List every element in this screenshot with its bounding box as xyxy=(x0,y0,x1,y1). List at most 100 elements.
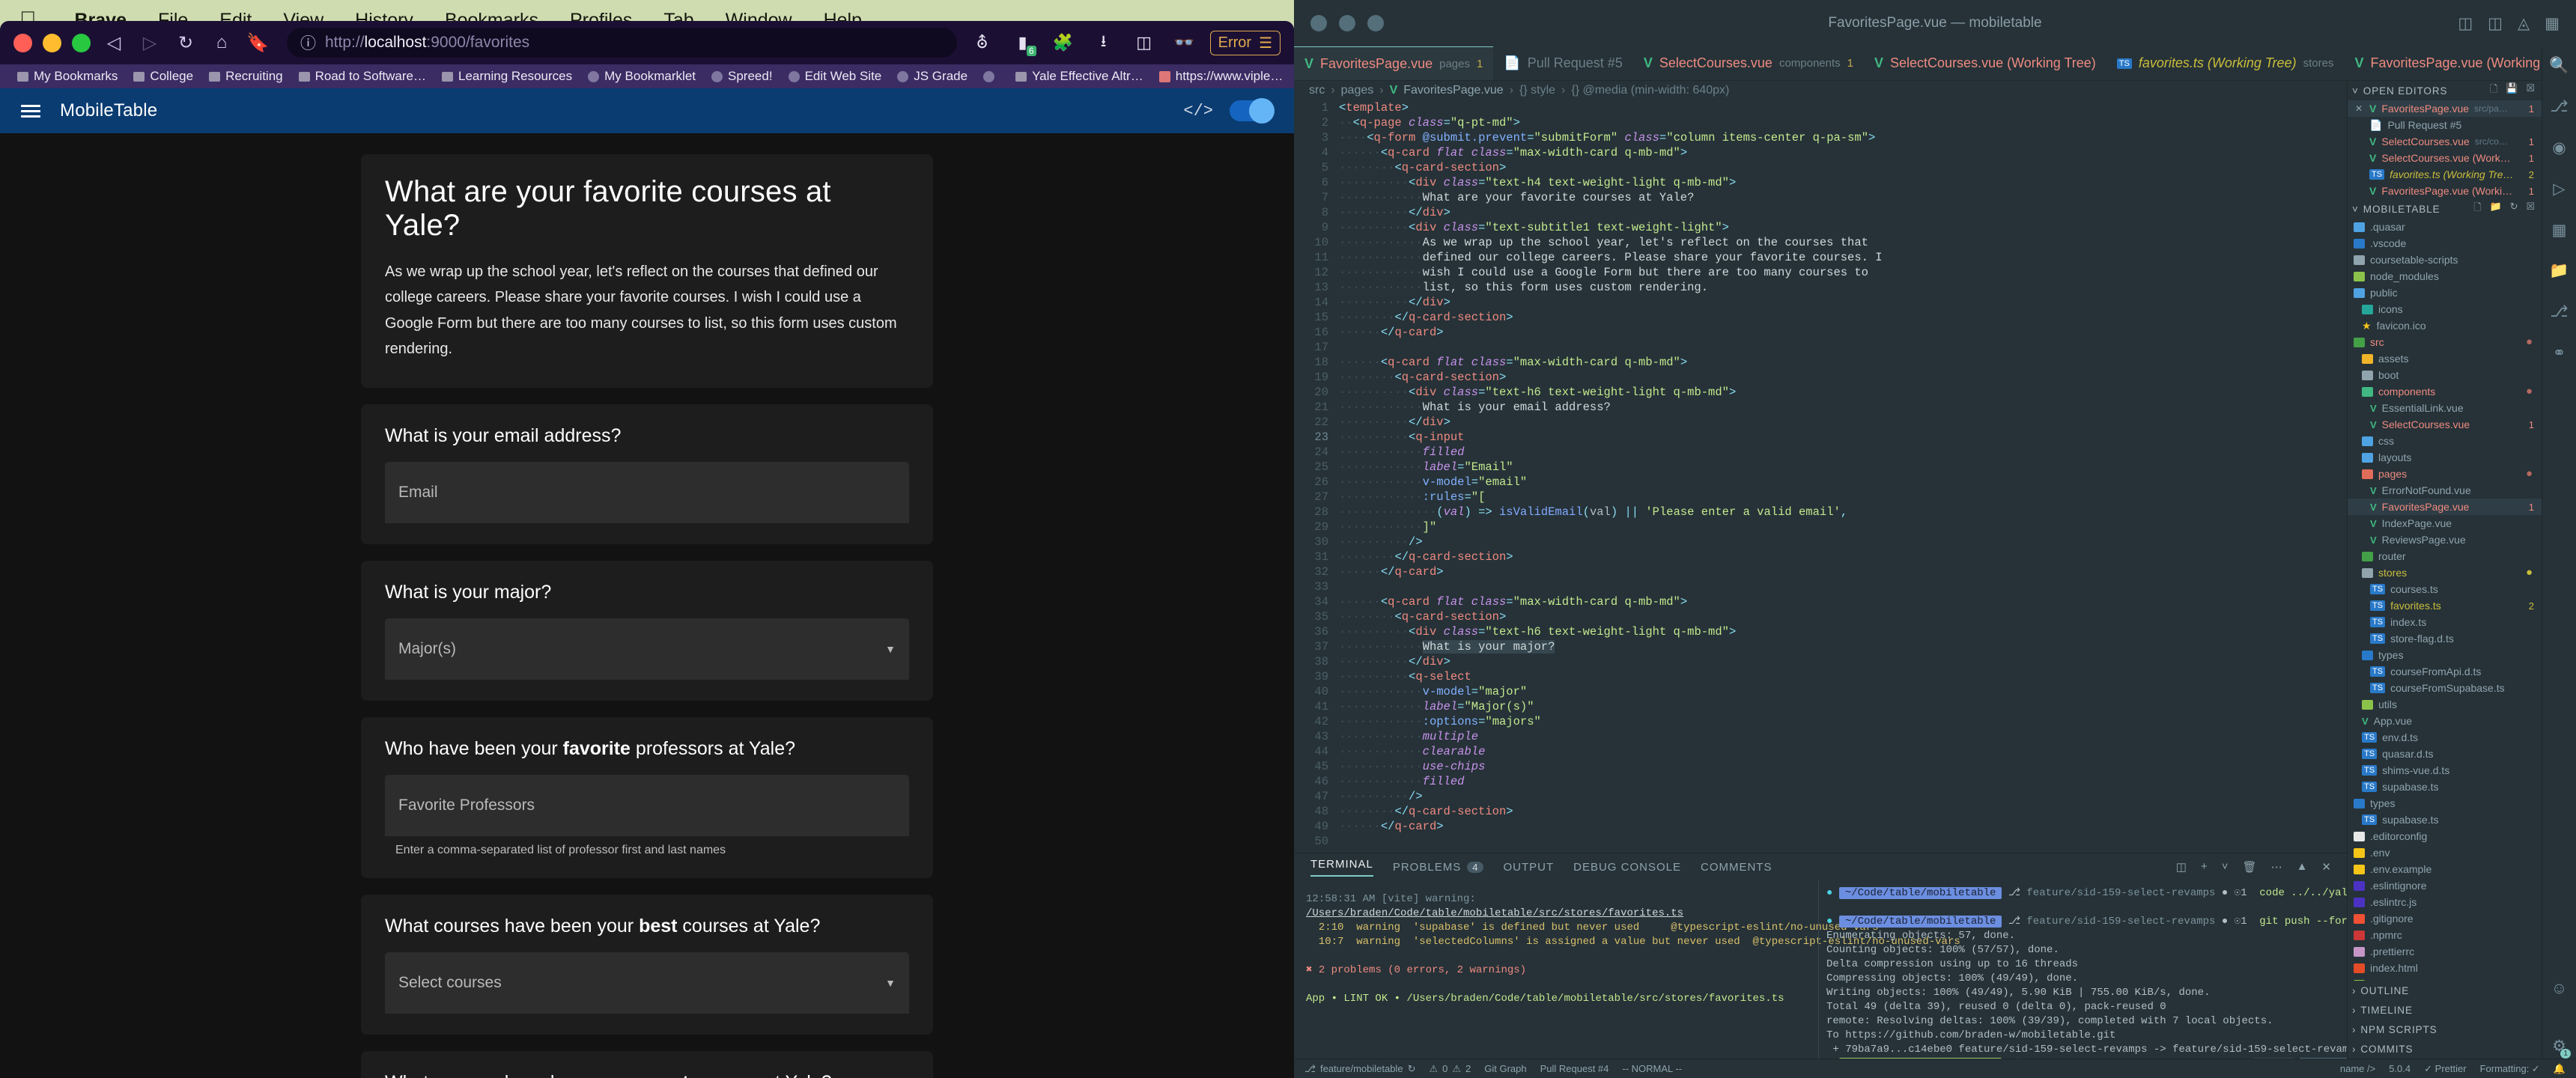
toggle-secondary-sidebar-icon[interactable]: ◬ xyxy=(2518,14,2530,33)
tree-file[interactable]: TS supabase.ts xyxy=(2348,779,2542,795)
tree-folder[interactable]: router xyxy=(2348,548,2542,564)
code-line[interactable]: 11 ············defined our college career… xyxy=(1294,250,2347,265)
breadcrumb-file[interactable]: FavoritesPage.vue xyxy=(1403,84,1503,97)
minimize-window-button[interactable] xyxy=(1339,15,1355,31)
tree-folder[interactable]: layouts xyxy=(2348,449,2542,466)
tree-file[interactable]: TS quasar.d.ts xyxy=(2348,746,2542,762)
tree-file[interactable]: .gitignore xyxy=(2348,910,2542,927)
settings-gear-icon[interactable]: ⚙ 1 xyxy=(2552,1037,2571,1059)
code-line[interactable]: 14 ··········</div> xyxy=(1294,295,2347,310)
bookmark-item[interactable]: Edit Web Site xyxy=(782,67,889,85)
tree-file[interactable]: V EssentialLink.vue xyxy=(2348,400,2542,416)
status-tailwind[interactable]: name /> xyxy=(2340,1063,2375,1074)
save-all-icon[interactable]: 💾 xyxy=(2506,82,2518,99)
info-icon[interactable]: ⓘ xyxy=(300,31,316,54)
bookmark-item[interactable]: My Bookmarklet xyxy=(581,67,702,85)
close-all-icon[interactable]: ☒ xyxy=(2526,82,2536,99)
tree-file[interactable]: index.html xyxy=(2348,960,2542,976)
tab-favorites-ts-working-tree[interactable]: TS favorites.ts (Working Tree) stores xyxy=(2106,46,2345,80)
close-window-button[interactable] xyxy=(1310,15,1327,31)
explorer-icon[interactable]: 📁 xyxy=(2549,262,2569,280)
reload-icon[interactable]: ↻ xyxy=(173,30,198,55)
code-line[interactable]: 38 ··········</div> xyxy=(1294,654,2347,669)
tab-pull-request-5[interactable]: 📄 Pull Request #5 xyxy=(1493,46,1633,80)
tree-folder[interactable]: node_modules xyxy=(2348,268,2542,284)
explorer-section-outline[interactable]: › OUTLINE xyxy=(2348,981,2542,1000)
code-line[interactable]: 39 ··········<q-select xyxy=(1294,669,2347,684)
hamburger-icon[interactable]: ☰ xyxy=(1259,34,1272,52)
refresh-icon[interactable]: ↻ xyxy=(2510,201,2519,217)
tree-file[interactable]: V IndexPage.vue xyxy=(2348,515,2542,532)
more-icon[interactable]: ⋯ xyxy=(2271,860,2283,874)
code-line[interactable]: 19 ········<q-card-section> xyxy=(1294,370,2347,385)
tree-file[interactable]: TS courses.ts xyxy=(2348,581,2542,597)
download-icon[interactable]: ⭳ xyxy=(1089,28,1119,58)
hamburger-icon[interactable] xyxy=(21,104,40,118)
tree-file[interactable]: V ReviewsPage.vue xyxy=(2348,532,2542,548)
search-icon[interactable]: 🔍 xyxy=(2549,57,2569,75)
tree-folder[interactable]: boot xyxy=(2348,367,2542,383)
code-line[interactable]: 5 ········<q-card-section> xyxy=(1294,160,2347,175)
new-folder-icon[interactable]: 📁 xyxy=(2490,201,2503,217)
code-line[interactable]: 3 ····<q-form @submit.prevent="submitForm… xyxy=(1294,130,2347,145)
tree-file[interactable]: V App.vue xyxy=(2348,713,2542,729)
open-editor-item[interactable]: 📄 Pull Request #5 xyxy=(2348,117,2542,133)
code-line[interactable]: 13 ············list, so this form uses cu… xyxy=(1294,280,2347,295)
tab-selectcourses-vue-working-tree[interactable]: V SelectCourses.vue (Working Tree) xyxy=(1864,46,2106,80)
tab-comments[interactable]: COMMENTS xyxy=(1701,861,1772,874)
bookmark-item[interactable]: Spreed! xyxy=(705,67,780,85)
code-line[interactable]: 8 ··········</div> xyxy=(1294,205,2347,220)
bell-icon[interactable]: 🔔 xyxy=(2554,1063,2566,1075)
code-line[interactable]: 2 ··<q-page class="q-pt-md"> xyxy=(1294,115,2347,130)
sidebar-icon[interactable]: ◫ xyxy=(1129,28,1159,58)
terminal-output[interactable]: 12:58:31 AM [vite] warning: /Users/brade… xyxy=(1294,880,2462,1071)
bookmark-icon[interactable]: 🔖 xyxy=(245,30,270,55)
status-version[interactable]: 5.0.4 xyxy=(2389,1063,2411,1074)
bookmark-item[interactable]: JS Grade xyxy=(890,67,974,85)
code-line[interactable]: 43 ············multiple xyxy=(1294,729,2347,744)
tree-file[interactable]: .env xyxy=(2348,844,2542,861)
chevron-down-icon[interactable]: ˅ xyxy=(2352,85,2359,97)
code-line[interactable]: 32 ······</q-card> xyxy=(1294,564,2347,579)
customize-layout-icon[interactable]: ▦ xyxy=(2545,14,2560,33)
code-line[interactable]: 33 xyxy=(1294,579,2347,594)
code-line[interactable]: 17 xyxy=(1294,340,2347,355)
major-select[interactable]: Major(s) ▼ xyxy=(385,618,909,680)
bookmark-item[interactable]: College xyxy=(127,67,200,85)
tree-folder[interactable]: public xyxy=(2348,284,2542,301)
tree-file[interactable]: .eslintrc.js xyxy=(2348,894,2542,910)
tab-problems[interactable]: PROBLEMS xyxy=(1393,861,1461,874)
tree-folder[interactable]: stores ● xyxy=(2348,564,2542,581)
open-editor-item[interactable]: TS favorites.ts (Working Tre… 2 xyxy=(2348,166,2542,183)
collapse-all-icon[interactable]: ☒ xyxy=(2526,201,2536,217)
open-editor-item[interactable]: V SelectCourses.vue (Work… 1 xyxy=(2348,150,2542,166)
explorer-bottom-sections[interactable]: › OUTLINE › TIMELINE › NPM SCRIPTS › COMMITS xyxy=(2348,981,2542,1059)
forward-arrow-icon[interactable]: ▷ xyxy=(137,30,162,55)
tree-file[interactable]: V ErrorNotFound.vue xyxy=(2348,482,2542,499)
tree-file[interactable]: TS courseFromSupabase.ts xyxy=(2348,680,2542,696)
explorer-section-commits[interactable]: › COMMITS xyxy=(2348,1039,2542,1059)
tree-file[interactable]: TS courseFromApi.d.ts xyxy=(2348,663,2542,680)
explorer-section-timeline[interactable]: › TIMELINE xyxy=(2348,1000,2542,1020)
open-editors-header[interactable]: ˅ OPEN EDITORS 🗋 💾 ☒ xyxy=(2348,81,2542,100)
breadcrumb-pages[interactable]: pages xyxy=(1341,84,1374,97)
bookmark-item[interactable]: Road to Software… xyxy=(292,67,433,85)
code-line[interactable]: 31 ········</q-card-section> xyxy=(1294,549,2347,564)
back-arrow-icon[interactable]: ◁ xyxy=(101,30,127,55)
code-line[interactable]: 37 ············What is your major? xyxy=(1294,639,2347,654)
tree-folder[interactable]: src ● xyxy=(2348,334,2542,350)
tree-file[interactable]: .env.example xyxy=(2348,861,2542,877)
code-line[interactable]: 6 ··········<div class="text-h4 text-weig… xyxy=(1294,175,2347,190)
tree-file[interactable]: TS shims-vue.d.ts xyxy=(2348,762,2542,779)
tree-folder[interactable]: types xyxy=(2348,795,2542,811)
code-line[interactable]: 42 ············:options="majors" xyxy=(1294,714,2347,729)
bookmark-item[interactable]: https://www.viple… xyxy=(1152,67,1290,85)
tab-favoritespage-vue[interactable]: V FavoritesPage.vue pages 1 xyxy=(1294,46,1494,80)
code-line[interactable]: 4 ······<q-card flat class="max-width-car… xyxy=(1294,145,2347,160)
status-branch[interactable]: ⎇ feature/mobiletable ↻ xyxy=(1304,1063,1415,1075)
split-terminal-icon[interactable]: ◫ xyxy=(2176,860,2187,874)
open-editors-list[interactable]: ✕ V FavoritesPage.vue src/pa… 1 📄 Pull Request… xyxy=(2348,100,2542,199)
chevron-down-icon[interactable]: ▼ xyxy=(885,977,896,989)
code-line[interactable]: 10 ············As we wrap up the school y… xyxy=(1294,235,2347,250)
minimize-window-button[interactable] xyxy=(43,33,61,52)
